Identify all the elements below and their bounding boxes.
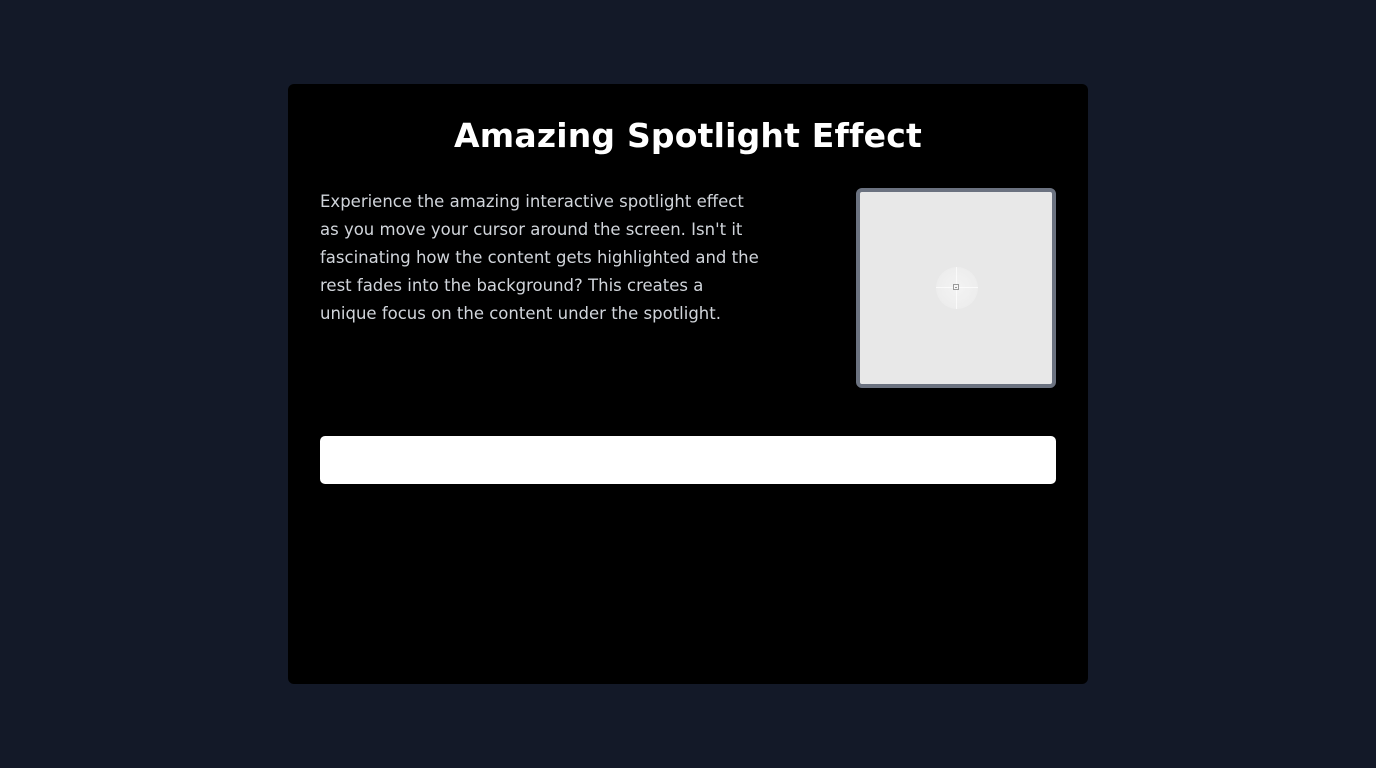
broken-image-icon [953, 284, 959, 290]
description-text: Experience the amazing interactive spotl… [320, 192, 759, 323]
spotlight-circle [936, 267, 978, 309]
page-title: Amazing Spotlight Effect [454, 116, 922, 155]
text-input[interactable] [320, 436, 1056, 484]
image-placeholder [856, 188, 1056, 388]
